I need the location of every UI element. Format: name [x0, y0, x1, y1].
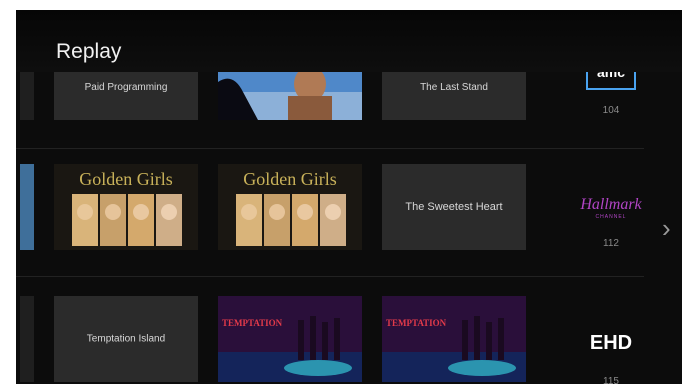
channel-number: 104: [602, 105, 620, 116]
tile-temptation-island[interactable]: Temptation Island: [54, 296, 198, 382]
row-divider: [16, 148, 644, 149]
replay-screen: Paid Programming The Last Stand amc 104 …: [16, 10, 682, 384]
channel-logo-e: EHD: [589, 332, 633, 354]
tile-label: The Last Stand: [420, 82, 488, 93]
row-divider: [16, 276, 644, 277]
chevron-right-icon[interactable]: ›: [662, 215, 671, 241]
tile-temptation-island-poster-2[interactable]: TEMPTATION: [382, 296, 526, 382]
channel-logo-hallmark: Hallmark CHANNEL: [580, 196, 642, 220]
poster-title: TEMPTATION: [222, 318, 283, 328]
tile-label: Paid Programming: [84, 82, 168, 93]
page-title: Replay: [56, 40, 122, 63]
tile-label: Temptation Island: [86, 333, 166, 345]
tile-golden-girls-2[interactable]: Golden Girls: [218, 164, 362, 250]
golden-girls-portraits: [236, 194, 346, 246]
tile-label: The Sweetest Heart: [405, 201, 503, 213]
row3-prev-tile-edge[interactable]: [20, 296, 34, 382]
temptation-poster-image: [218, 296, 362, 382]
tile-temptation-island-poster-1[interactable]: TEMPTATION: [218, 296, 362, 382]
golden-girls-portraits: [72, 194, 182, 246]
tile-the-sweetest-heart[interactable]: The Sweetest Heart: [382, 164, 526, 250]
temptation-poster-image: [382, 296, 526, 382]
tile-golden-girls-1[interactable]: Golden Girls: [54, 164, 198, 250]
header: Replay: [16, 10, 682, 72]
row2-prev-tile-edge[interactable]: [20, 164, 34, 250]
poster-title: TEMPTATION: [386, 318, 447, 328]
channel-number: 112: [603, 238, 619, 249]
channel-number: 115: [603, 376, 619, 384]
